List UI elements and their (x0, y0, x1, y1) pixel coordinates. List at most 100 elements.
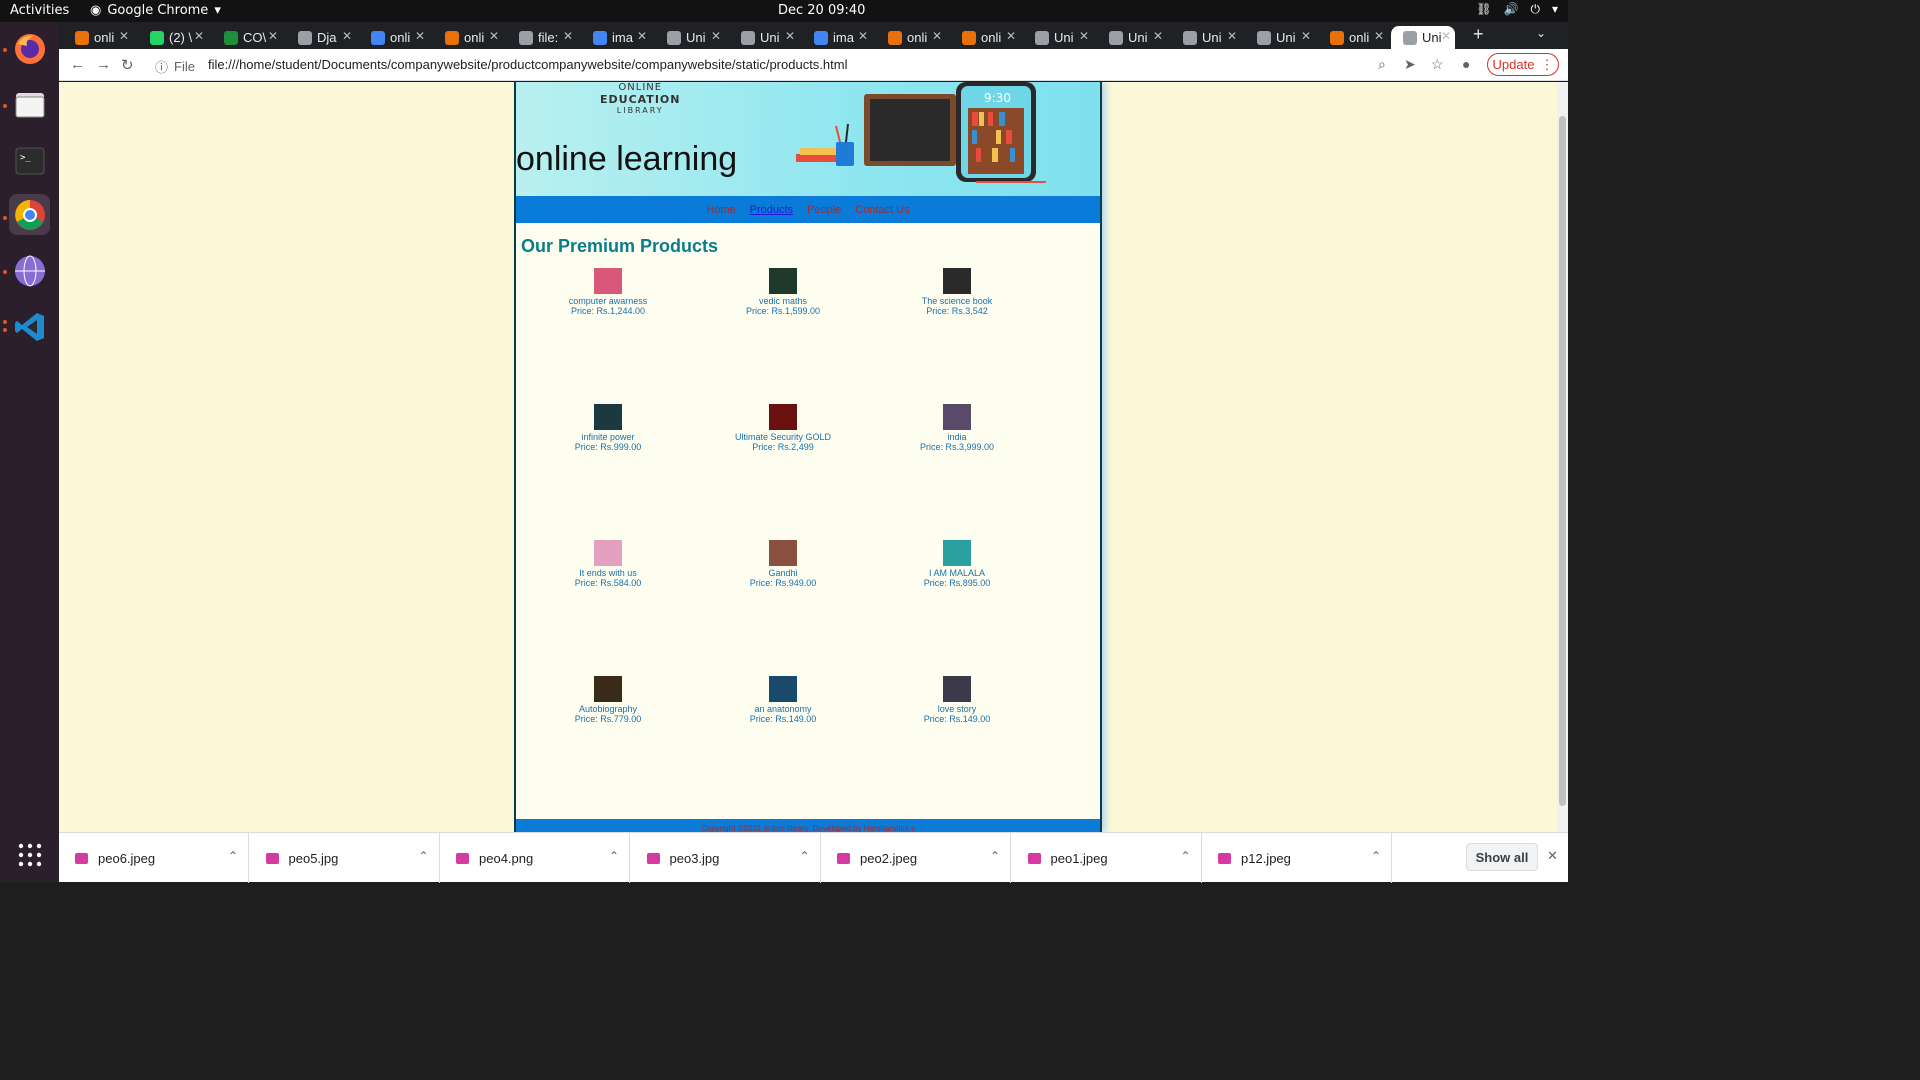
product-cover-image[interactable] (594, 540, 622, 566)
product-cover-image[interactable] (943, 268, 971, 294)
tab-search-button[interactable]: ⌄ (1536, 26, 1546, 40)
product-card[interactable]: india Price: Rs.3,999.00 (887, 404, 1027, 452)
download-item[interactable]: peo3.jpg ⌃ (631, 833, 821, 883)
tab-close-icon[interactable]: ✕ (1079, 29, 1089, 43)
tab-close-icon[interactable]: ✕ (1227, 29, 1237, 43)
tab-close-icon[interactable]: ✕ (1301, 29, 1311, 43)
tab[interactable]: (2) \ ✕ (138, 26, 208, 49)
update-button[interactable]: Update ⋮ (1487, 53, 1559, 76)
product-card[interactable]: I AM MALALA Price: Rs.895.00 (887, 540, 1027, 588)
tab-close-icon[interactable]: ✕ (268, 29, 278, 43)
download-item[interactable]: peo2.jpeg ⌃ (821, 833, 1011, 883)
product-cover-image[interactable] (594, 404, 622, 430)
activities-button[interactable]: Activities (10, 3, 69, 18)
tab[interactable]: onli ✕ (876, 26, 946, 49)
nav-link-contact-us[interactable]: Contact Us (855, 204, 909, 216)
download-item[interactable]: peo6.jpeg ⌃ (59, 833, 249, 883)
product-card[interactable]: infinite power Price: Rs.999.00 (538, 404, 678, 452)
reload-button[interactable]: ↻ (121, 56, 134, 74)
nav-link-home[interactable]: Home (706, 204, 735, 216)
tab[interactable]: Uni ✕ (1097, 26, 1167, 49)
tab[interactable]: onli ✕ (63, 26, 133, 49)
new-tab-button[interactable]: + (1473, 24, 1484, 45)
product-card[interactable]: vedic maths Price: Rs.1,599.00 (713, 268, 853, 316)
product-cover-image[interactable] (769, 404, 797, 430)
show-all-button[interactable]: Show all (1466, 843, 1538, 871)
app-menu[interactable]: ◉ Google Chrome ▾ (90, 3, 221, 18)
product-cover-image[interactable] (943, 404, 971, 430)
chrome-dock-icon[interactable] (9, 194, 50, 235)
tab[interactable]: file: ✕ (507, 26, 577, 49)
tab[interactable]: Uni ✕ (1023, 26, 1093, 49)
files-icon[interactable] (9, 84, 50, 125)
tab-close-icon[interactable]: ✕ (637, 29, 647, 43)
tab-close-icon[interactable]: ✕ (563, 29, 573, 43)
product-cover-image[interactable] (594, 676, 622, 702)
product-cover-image[interactable] (769, 676, 797, 702)
tab-close-icon[interactable]: ✕ (489, 29, 499, 43)
chevron-up-icon[interactable]: ⌃ (418, 849, 428, 863)
clock[interactable]: Dec 20 09:40 (778, 3, 865, 18)
product-cover-image[interactable] (769, 540, 797, 566)
product-card[interactable]: Ultimate Security GOLD Price: Rs.2,499 (713, 404, 853, 452)
chevron-up-icon[interactable]: ⌃ (1180, 849, 1190, 863)
tab-close-icon[interactable]: ✕ (415, 29, 425, 43)
system-tray[interactable]: ⛓ 🔊 ⏻ ▾ (1476, 2, 1558, 17)
tab[interactable]: Uni ✕ (1171, 26, 1241, 49)
globe-app-icon[interactable] (9, 250, 50, 291)
send-icon[interactable]: ➤ (1404, 56, 1416, 73)
tab[interactable]: onli ✕ (359, 26, 429, 49)
download-item[interactable]: peo4.png ⌃ (440, 833, 630, 883)
tab-close-icon[interactable]: ✕ (119, 29, 129, 43)
scrollbar-thumb[interactable] (1559, 116, 1566, 806)
download-item[interactable]: peo1.jpeg ⌃ (1012, 833, 1202, 883)
app-grid-icon[interactable] (9, 834, 50, 875)
tab-close-icon[interactable]: ✕ (1006, 29, 1016, 43)
vscode-icon[interactable] (9, 306, 50, 347)
product-cover-image[interactable] (943, 676, 971, 702)
tab[interactable]: Uni ✕ (1245, 26, 1315, 49)
chevron-up-icon[interactable]: ⌃ (1371, 849, 1381, 863)
chevron-up-icon[interactable]: ⌃ (990, 849, 1000, 863)
product-card[interactable]: an anatonomy Price: Rs.149.00 (713, 676, 853, 724)
tab-close-icon[interactable]: ✕ (342, 29, 352, 43)
download-item[interactable]: peo5.jpg ⌃ (250, 833, 440, 883)
tab[interactable]: onli ✕ (950, 26, 1020, 49)
chevron-up-icon[interactable]: ⌃ (799, 849, 809, 863)
tab[interactable]: Uni ✕ (729, 26, 799, 49)
back-button[interactable]: ← (70, 56, 85, 73)
tab[interactable]: Dja ✕ (286, 26, 356, 49)
terminal-icon[interactable]: >_ (9, 140, 50, 181)
address-bar[interactable]: file:///home/student/Documents/companywe… (208, 57, 847, 72)
forward-button[interactable]: → (96, 56, 111, 73)
tab[interactable]: Uni ✕ (655, 26, 725, 49)
tab-close-icon[interactable]: ✕ (1374, 29, 1384, 43)
site-info-button[interactable]: ⓘ File (155, 57, 195, 76)
product-card[interactable]: computer awarness Price: Rs.1,244.00 (538, 268, 678, 316)
tab-close-icon[interactable]: ✕ (194, 29, 204, 43)
tab-close-icon[interactable]: ✕ (932, 29, 942, 43)
zoom-icon[interactable]: ⌕ (1378, 56, 1386, 73)
product-card[interactable]: It ends with us Price: Rs.584.00 (538, 540, 678, 588)
nav-link-products[interactable]: Products (750, 204, 793, 216)
tab-active[interactable]: Uni ✕ (1391, 26, 1455, 49)
nav-link-people[interactable]: People (807, 204, 841, 216)
tab-close-icon[interactable]: ✕ (1441, 29, 1451, 43)
tab-close-icon[interactable]: ✕ (785, 29, 795, 43)
product-card[interactable]: love story Price: Rs.149.00 (887, 676, 1027, 724)
product-cover-image[interactable] (769, 268, 797, 294)
product-card[interactable]: Autobiography Price: Rs.779.00 (538, 676, 678, 724)
chevron-up-icon[interactable]: ⌃ (228, 849, 238, 863)
product-cover-image[interactable] (943, 540, 971, 566)
firefox-icon[interactable] (9, 28, 50, 69)
page-scrollbar[interactable] (1557, 82, 1568, 832)
profile-icon[interactable]: ● (1462, 56, 1470, 72)
close-icon[interactable]: ✕ (1547, 848, 1558, 864)
tab-close-icon[interactable]: ✕ (858, 29, 868, 43)
tab-close-icon[interactable]: ✕ (711, 29, 721, 43)
product-card[interactable]: Gandhi Price: Rs.949.00 (713, 540, 853, 588)
tab[interactable]: ima ✕ (581, 26, 651, 49)
tab[interactable]: onli ✕ (433, 26, 503, 49)
product-cover-image[interactable] (594, 268, 622, 294)
bookmark-star-icon[interactable]: ☆ (1431, 56, 1444, 73)
